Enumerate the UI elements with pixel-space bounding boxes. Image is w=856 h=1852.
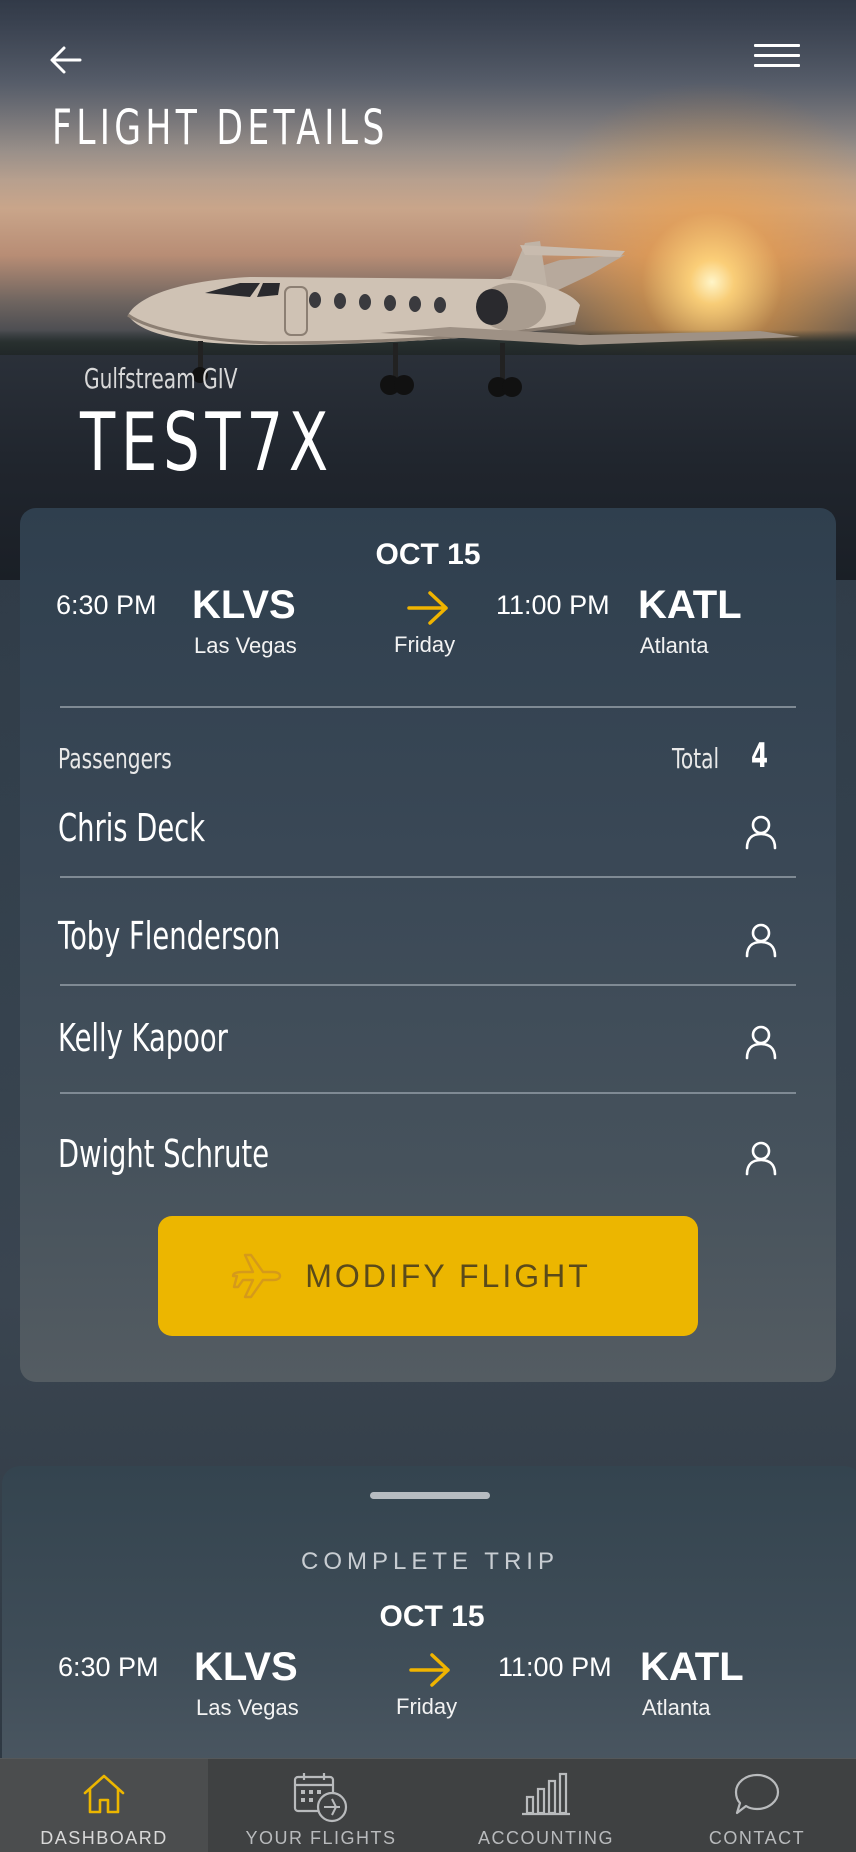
- nav-contact[interactable]: CONTACT: [658, 1759, 856, 1852]
- departure-city: Las Vegas: [194, 633, 297, 658]
- divider: [60, 706, 796, 708]
- back-arrow-icon[interactable]: [48, 42, 84, 78]
- divider: [60, 876, 796, 878]
- passenger-name: Dwight Schrute: [58, 1132, 270, 1176]
- departure-time: 6:30 PM: [56, 590, 157, 620]
- passenger-row[interactable]: Kelly Kapoor: [20, 1016, 836, 1076]
- route-summary: OCT 15 6:30 PM KLVS Las Vegas Friday 11:…: [20, 508, 836, 708]
- passenger-row[interactable]: Dwight Schrute: [20, 1132, 836, 1192]
- passenger-name: Toby Flenderson: [58, 914, 281, 958]
- airplane-icon: [232, 1253, 282, 1299]
- nav-label: YOUR FLIGHTS: [245, 1828, 397, 1848]
- trip-arrival-city: Atlanta: [642, 1695, 711, 1720]
- nav-label: CONTACT: [708, 1828, 806, 1848]
- chat-bubble-icon: [734, 1773, 780, 1815]
- arrival-city: Atlanta: [640, 633, 709, 658]
- person-icon: [745, 923, 777, 958]
- trip-departure-code: KLVS: [194, 1645, 298, 1689]
- modify-flight-label: MODIFY FLIGHT: [305, 1257, 591, 1294]
- hero-image: [0, 0, 856, 580]
- nav-dashboard[interactable]: DASHBOARD: [0, 1759, 208, 1852]
- bottom-nav: DASHBOARD YOUR FLIGHTS ACCOUNTING CONTAC…: [0, 1758, 856, 1852]
- passenger-row[interactable]: Chris Deck: [20, 806, 836, 866]
- nav-label: ACCOUNTING: [478, 1828, 614, 1848]
- trip-arrival-code: KATL: [640, 1645, 744, 1689]
- home-icon: [83, 1774, 125, 1814]
- passenger-total: 4: [751, 736, 769, 776]
- person-icon: [745, 815, 777, 850]
- arrival-time: 11:00 PM: [496, 590, 610, 620]
- person-icon: [745, 1141, 777, 1176]
- modify-flight-button[interactable]: MODIFY FLIGHT: [158, 1216, 698, 1336]
- page-title: FLIGHT DETAILS: [52, 100, 389, 156]
- trip-arrival-time: 11:00 PM: [498, 1652, 612, 1682]
- passenger-name: Chris Deck: [58, 806, 206, 850]
- nav-your-flights[interactable]: YOUR FLIGHTS: [208, 1759, 434, 1852]
- complete-trip-title: COMPLETE TRIP: [301, 1548, 559, 1575]
- person-icon: [745, 1025, 777, 1060]
- divider: [60, 1092, 796, 1094]
- trip-day: Friday: [396, 1694, 458, 1719]
- passengers-label: Passengers: [58, 742, 172, 775]
- divider: [60, 984, 796, 986]
- tail-number: TEST7X: [80, 396, 334, 489]
- trip-departure-time: 6:30 PM: [58, 1652, 159, 1682]
- arrival-code: KATL: [638, 583, 742, 627]
- flight-card: OCT 15 6:30 PM KLVS Las Vegas Friday 11:…: [20, 508, 836, 1382]
- calendar-plane-icon: [293, 1773, 348, 1823]
- trip-departure-city: Las Vegas: [196, 1695, 299, 1720]
- drag-handle[interactable]: [370, 1492, 490, 1499]
- hamburger-menu-icon[interactable]: [754, 44, 800, 74]
- arrow-right-icon: [409, 1653, 450, 1687]
- arrow-right-icon: [407, 591, 448, 625]
- nav-label: DASHBOARD: [40, 1828, 168, 1848]
- bar-chart-icon: [522, 1772, 570, 1816]
- trip-date: OCT 15: [379, 1600, 485, 1633]
- flight-date: OCT 15: [375, 538, 481, 571]
- nav-accounting[interactable]: ACCOUNTING: [434, 1759, 658, 1852]
- aircraft-model: Gulfstream GIV: [84, 362, 238, 395]
- passenger-name: Kelly Kapoor: [58, 1016, 228, 1060]
- departure-code: KLVS: [192, 583, 296, 627]
- flight-day: Friday: [394, 632, 456, 657]
- passenger-row[interactable]: Toby Flenderson: [20, 914, 836, 974]
- total-label: Total: [672, 742, 720, 775]
